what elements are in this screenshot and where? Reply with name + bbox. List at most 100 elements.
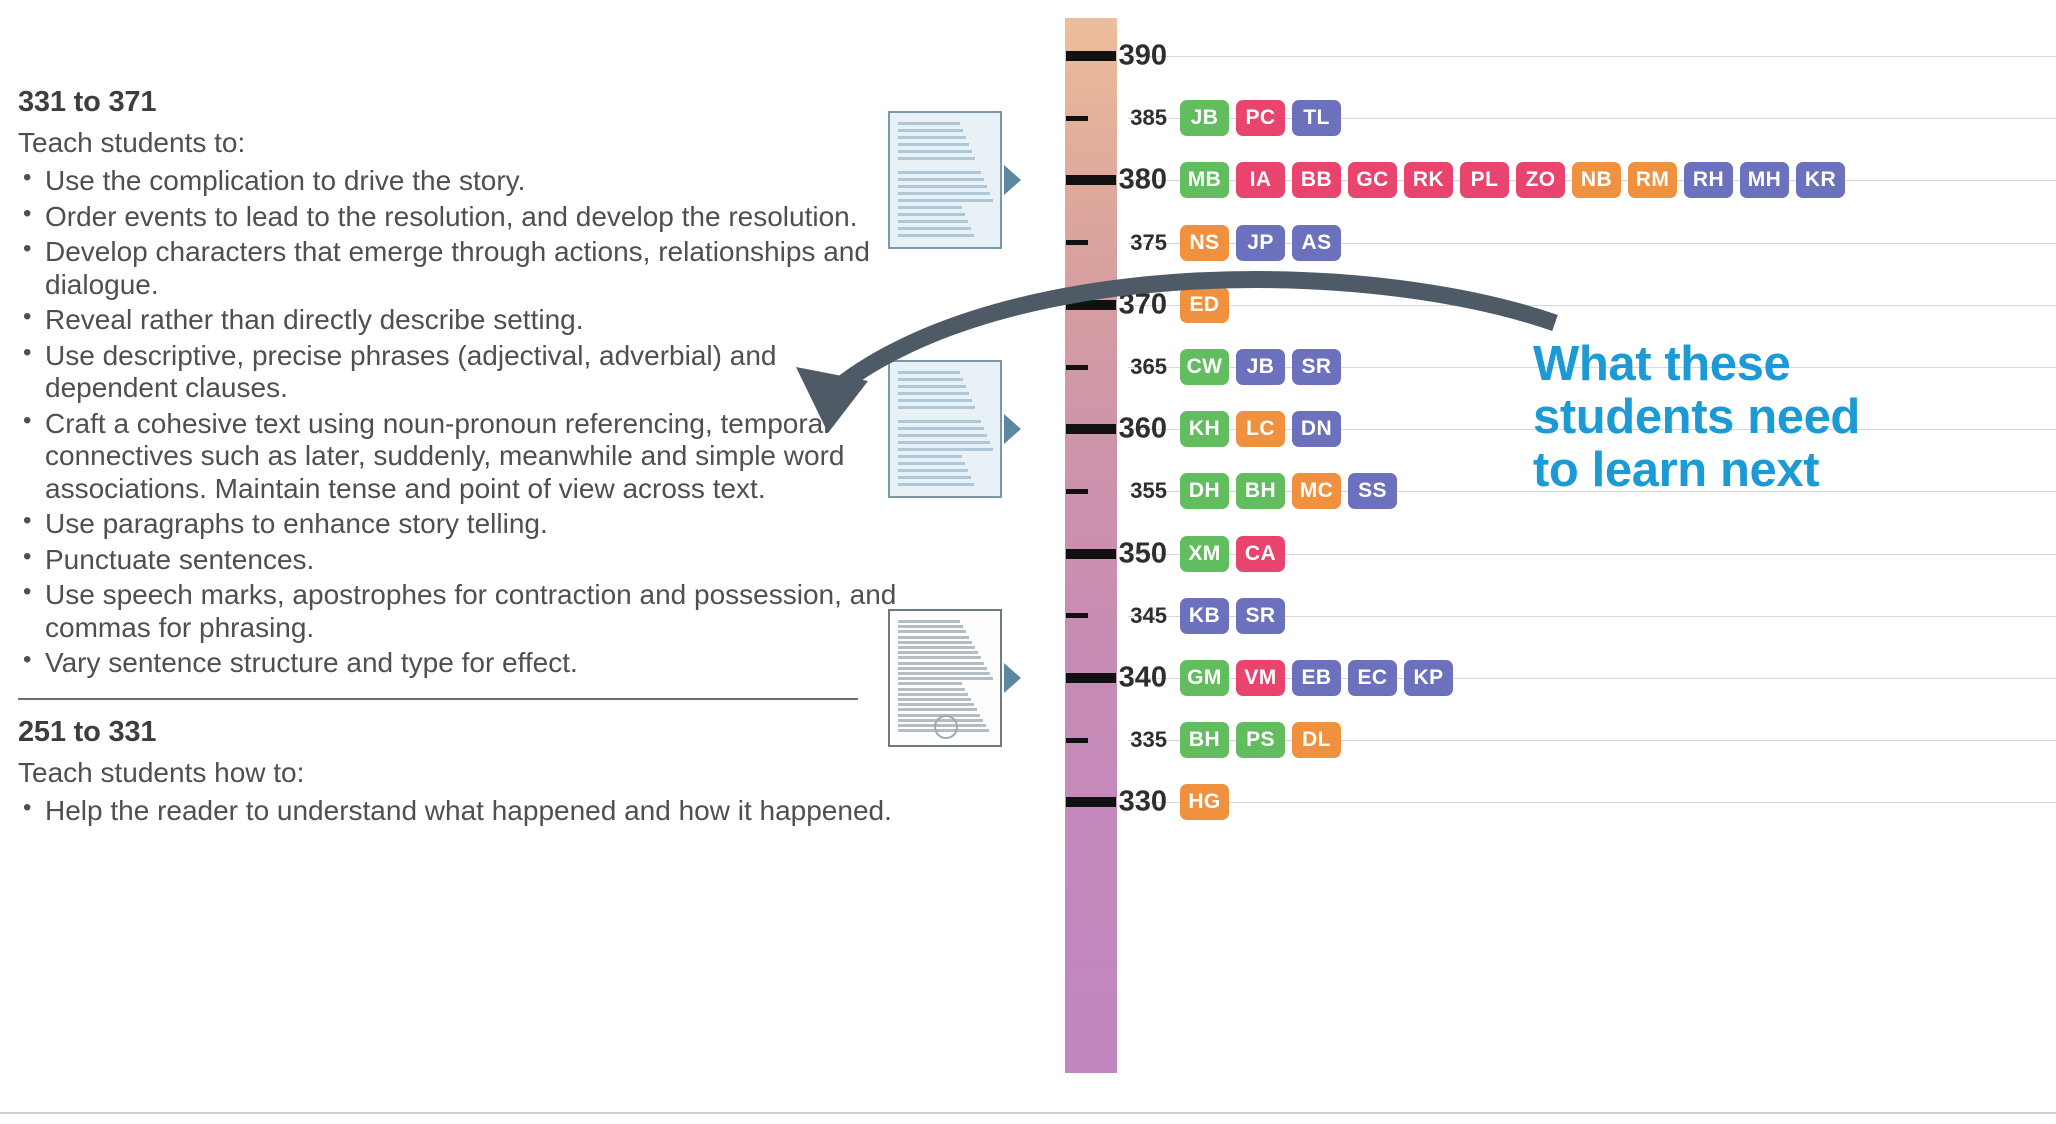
student-badge[interactable]: KH [1180, 411, 1229, 448]
exemplar-thumbnail[interactable] [888, 360, 1002, 499]
band-list-lower: Help the reader to understand what happe… [18, 794, 898, 827]
band-item: Develop characters that emerge through a… [18, 235, 898, 301]
band-title-lower: 251 to 331 [18, 715, 157, 748]
handwriting-line [898, 462, 965, 466]
handwriting-line [898, 640, 972, 644]
handwriting-line [898, 625, 963, 629]
handwriting-line [898, 441, 990, 445]
thumbnail-pointer-icon [1004, 663, 1021, 693]
handwriting-line [898, 406, 975, 410]
axis-label-390: 390 [1118, 39, 1167, 72]
student-badge[interactable]: SR [1236, 597, 1285, 634]
student-badge[interactable]: RH [1684, 162, 1733, 199]
student-badge[interactable]: RM [1628, 162, 1677, 199]
handwriting-line [898, 455, 962, 459]
student-badge[interactable]: GM [1180, 660, 1229, 696]
student-badge[interactable]: TL [1292, 100, 1341, 137]
exemplar-thumbnail[interactable] [888, 609, 1002, 747]
handwriting-line [898, 150, 972, 154]
thumbnail-pointer-icon [1004, 414, 1021, 445]
badge-row-335: BH PS DL [1180, 722, 1341, 759]
student-badge[interactable]: RK [1404, 162, 1453, 199]
handwriting-line [898, 661, 984, 665]
handwriting-line [898, 192, 990, 196]
handwriting-line [898, 136, 966, 140]
axis-label-370: 370 [1118, 288, 1167, 321]
exemplar-thumbnail[interactable] [888, 111, 1002, 250]
student-badge[interactable]: CA [1236, 535, 1285, 572]
handwriting-line [898, 698, 971, 701]
student-badge[interactable]: ZO [1516, 162, 1565, 199]
scale-tick-375 [1066, 240, 1088, 246]
handwriting-line [898, 420, 981, 424]
student-badge[interactable]: CW [1180, 349, 1229, 385]
student-badge[interactable]: MB [1180, 162, 1229, 199]
scale-tick-385 [1066, 115, 1088, 121]
handwriting-line [898, 157, 975, 161]
scale-tick-335 [1066, 737, 1088, 743]
student-badge[interactable]: GC [1348, 162, 1397, 199]
student-badge[interactable]: JP [1236, 224, 1285, 261]
teaching-guidance-panel: 331 to 371 Teach students to: Use the co… [18, 86, 898, 830]
student-badge[interactable]: EC [1348, 660, 1397, 696]
student-badge[interactable]: EB [1292, 660, 1341, 696]
student-badge[interactable]: VM [1236, 660, 1285, 696]
student-badge[interactable]: PS [1236, 722, 1285, 759]
handwriting-line [898, 651, 978, 655]
student-badge[interactable]: DL [1292, 722, 1341, 759]
handwriting-line [898, 171, 981, 175]
band-title-upper: 331 to 371 [18, 86, 157, 118]
page-footer-rule [0, 1112, 2056, 1114]
scale-tick-365 [1066, 364, 1088, 370]
student-badge[interactable]: DN [1292, 411, 1341, 448]
student-badge[interactable]: XM [1180, 535, 1229, 572]
callout-text: What these students need to learn next [1533, 338, 2003, 497]
band-item: Use descriptive, precise phrases (adject… [18, 339, 898, 405]
band-item: Use paragraphs to enhance story telling. [18, 507, 898, 540]
student-badge[interactable]: IA [1236, 162, 1285, 199]
student-badge[interactable]: JB [1180, 100, 1229, 137]
band-lead-lower: Teach students how to: [18, 756, 305, 788]
student-badge[interactable]: MC [1292, 473, 1341, 510]
student-badge[interactable]: DH [1180, 473, 1229, 510]
handwriting-line [898, 427, 984, 431]
student-badge[interactable]: AS [1292, 224, 1341, 261]
student-badge[interactable]: BH [1180, 722, 1229, 759]
student-badge[interactable]: NB [1572, 162, 1621, 199]
axis-label-355: 355 [1130, 478, 1167, 504]
student-badge[interactable]: PL [1460, 162, 1509, 199]
axis-label-335: 335 [1130, 727, 1167, 753]
student-badge[interactable]: BB [1292, 162, 1341, 199]
student-badge[interactable]: ED [1180, 286, 1229, 323]
student-badge[interactable]: PC [1236, 100, 1285, 137]
student-badge[interactable]: LC [1236, 411, 1285, 448]
student-badge[interactable]: HG [1180, 784, 1229, 821]
handwriting-line [898, 206, 962, 210]
handwriting-line [898, 185, 987, 189]
student-badge[interactable]: MH [1740, 162, 1789, 199]
gridline-330 [1128, 802, 2056, 804]
axis-label-375: 375 [1130, 229, 1167, 255]
badge-row-360: KH LC DN [1180, 411, 1341, 448]
thumbnail-pointer-icon [1004, 165, 1021, 196]
band-item: Use the complication to drive the story. [18, 164, 898, 197]
badge-row-345: KB SR [1180, 597, 1285, 634]
student-badge[interactable]: KR [1796, 162, 1845, 199]
handwriting-line [898, 178, 984, 182]
student-badge[interactable]: KB [1180, 597, 1229, 634]
handwriting-line [898, 143, 969, 147]
student-badge[interactable]: SS [1348, 473, 1397, 510]
badge-row-350: XM CA [1180, 535, 1285, 572]
student-badge[interactable]: KP [1404, 660, 1453, 696]
student-badge[interactable]: JB [1236, 349, 1285, 385]
handwriting-line [898, 646, 975, 649]
student-badge[interactable]: BH [1236, 473, 1285, 510]
handwriting-line [898, 476, 971, 480]
student-badge[interactable]: NS [1180, 224, 1229, 261]
callout-line-3: to learn next [1533, 442, 1820, 497]
section-divider [18, 697, 858, 700]
student-badge[interactable]: SR [1292, 349, 1341, 385]
handwriting-line [898, 656, 981, 660]
gridline-390 [1128, 56, 2056, 57]
badge-row-340: GM VM EB EC KP [1180, 660, 1453, 696]
